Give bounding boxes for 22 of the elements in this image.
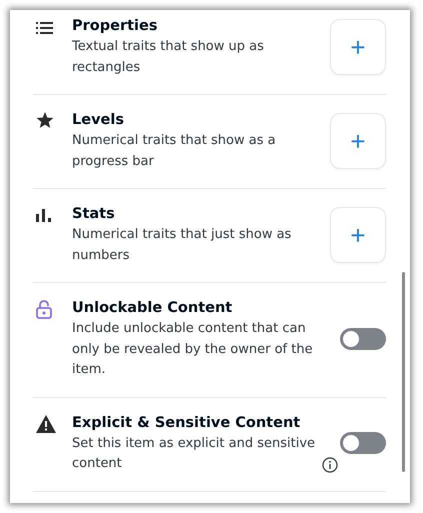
lock-icon <box>36 300 52 319</box>
section-description: Numerical traits that show as a progress bar <box>72 132 277 170</box>
section-description: Include unlockable content that can only be revealed by the owner of the item. <box>72 320 314 379</box>
info-icon[interactable] <box>322 456 338 472</box>
scrollbar[interactable] <box>402 272 405 472</box>
warning-icon <box>36 414 56 432</box>
toggle-switch[interactable] <box>340 432 386 454</box>
section-title: Explicit & Sensitive Content <box>72 414 302 432</box>
bar-chart-icon <box>36 209 52 222</box>
add-button[interactable]: + <box>330 206 386 262</box>
add-button[interactable]: + <box>330 112 386 168</box>
toggle-switch[interactable] <box>340 328 386 350</box>
section-description: Textual traits that show up as rectangles <box>72 38 265 76</box>
section-description: Set this item as explicit and sensitive content <box>72 434 316 473</box>
add-button[interactable]: + <box>330 18 386 74</box>
section-title: Stats <box>72 205 116 224</box>
section-title: Levels <box>72 111 125 130</box>
star-icon <box>36 112 54 129</box>
section-title: Properties <box>72 17 158 36</box>
list-icon <box>36 22 53 34</box>
section-description: Numerical traits that just show as numbers <box>72 226 292 264</box>
section-title: Unlockable Content <box>72 299 234 318</box>
